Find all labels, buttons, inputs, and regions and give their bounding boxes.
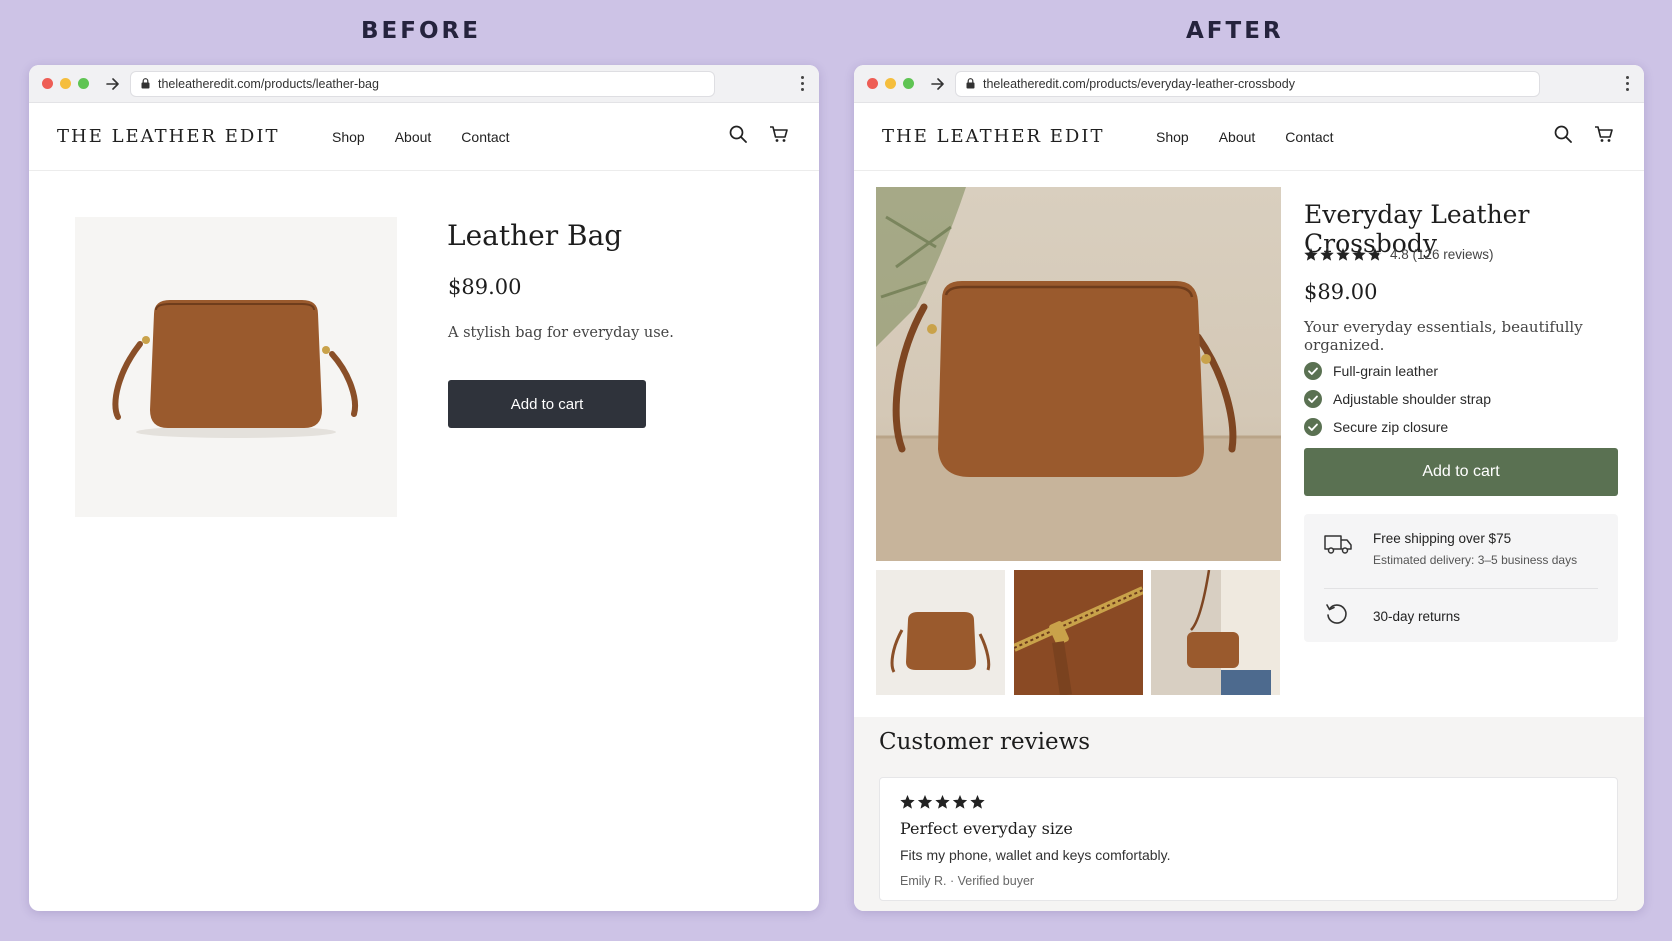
- star-filled-icon: [935, 795, 950, 809]
- star-filled-icon: [1304, 247, 1318, 261]
- shipping-estimate: Estimated delivery: 3–5 business days: [1373, 553, 1578, 567]
- url-text: theleatheredit.com/products/everyday-lea…: [983, 76, 1295, 91]
- shipping-info-box: Free shipping over $75 Estimated deliver…: [1304, 514, 1618, 642]
- divider: [1324, 588, 1598, 589]
- address-bar[interactable]: theleatheredit.com/products/everyday-lea…: [955, 70, 1540, 97]
- review-card: Perfect everyday size Fits my phone, wal…: [879, 777, 1618, 901]
- site-header: THE LEATHER EDIT Shop About Contact: [29, 103, 819, 171]
- browser-menu-icon[interactable]: [801, 76, 804, 91]
- url-text: theleatheredit.com/products/leather-bag: [158, 76, 379, 91]
- star-filled-icon: [1336, 247, 1350, 261]
- product-title: Leather Bag: [447, 219, 623, 252]
- close-window-button[interactable]: [42, 78, 53, 89]
- header-icons: [729, 125, 789, 148]
- close-window-button[interactable]: [867, 78, 878, 89]
- main-nav: Shop About Contact: [1156, 129, 1334, 145]
- star-filled-icon: [952, 795, 968, 809]
- browser-toolbar: theleatheredit.com/products/everyday-lea…: [854, 65, 1644, 103]
- star-filled-icon: [1320, 247, 1334, 261]
- product-image[interactable]: [75, 217, 397, 517]
- after-label: AFTER: [1186, 18, 1284, 44]
- after-browser-window: theleatheredit.com/products/everyday-lea…: [854, 65, 1644, 911]
- returns-icon: [1324, 601, 1350, 632]
- reviews-section: Customer reviews Perfect everyday size F…: [854, 717, 1644, 911]
- header-icons: [1554, 125, 1614, 148]
- star-filled-icon: [1352, 247, 1366, 261]
- rating-text: 4.8 (126 reviews): [1390, 247, 1494, 262]
- list-item: Adjustable shoulder strap: [1304, 385, 1491, 413]
- nav-link-shop[interactable]: Shop: [332, 129, 365, 145]
- add-to-cart-button[interactable]: Add to cart: [1304, 448, 1618, 496]
- maximize-window-button[interactable]: [903, 78, 914, 89]
- check-circle-icon: [1304, 418, 1322, 436]
- product-price: $89.00: [448, 275, 522, 299]
- lock-icon: [141, 78, 150, 89]
- nav-link-contact[interactable]: Contact: [461, 129, 509, 145]
- forward-arrow-icon[interactable]: [106, 77, 120, 90]
- product-price: $89.00: [1304, 280, 1378, 304]
- site-header: THE LEATHER EDIT Shop About Contact: [854, 103, 1644, 171]
- nav-link-about[interactable]: About: [1219, 129, 1256, 145]
- nav-link-shop[interactable]: Shop: [1156, 129, 1189, 145]
- star-filled-icon: [970, 795, 985, 809]
- list-item: Secure zip closure: [1304, 413, 1491, 441]
- minimize-window-button[interactable]: [60, 78, 71, 89]
- cart-icon[interactable]: [1594, 125, 1614, 148]
- feature-text: Adjustable shoulder strap: [1333, 391, 1491, 407]
- add-to-cart-button[interactable]: Add to cart: [448, 380, 646, 428]
- cart-icon[interactable]: [769, 125, 789, 148]
- before-label: BEFORE: [361, 18, 481, 44]
- check-circle-icon: [1304, 362, 1322, 380]
- star-rating-icon: [900, 795, 986, 810]
- rating-summary[interactable]: 4.8 (126 reviews): [1304, 247, 1494, 262]
- thumbnail-image[interactable]: [876, 570, 1005, 695]
- browser-toolbar: theleatheredit.com/products/leather-bag: [29, 65, 819, 103]
- returns-text: 30-day returns: [1373, 609, 1461, 624]
- product-main-image[interactable]: [876, 187, 1281, 561]
- shipping-title: Free shipping over $75: [1373, 531, 1512, 546]
- list-item: Full-grain leather: [1304, 357, 1491, 385]
- nav-link-about[interactable]: About: [395, 129, 432, 145]
- product-description: A stylish bag for everyday use.: [448, 325, 674, 341]
- star-filled-icon: [900, 795, 915, 809]
- review-title: Perfect everyday size: [900, 819, 1073, 838]
- address-bar[interactable]: theleatheredit.com/products/leather-bag: [130, 70, 715, 97]
- minimize-window-button[interactable]: [885, 78, 896, 89]
- feature-list: Full-grain leather Adjustable shoulder s…: [1304, 357, 1491, 441]
- brand-logo[interactable]: THE LEATHER EDIT: [57, 126, 279, 147]
- lock-icon: [966, 78, 975, 89]
- thumbnail-image[interactable]: [1014, 570, 1143, 695]
- thumbnail-image[interactable]: [1151, 570, 1280, 695]
- star-rating-icon: [1304, 247, 1382, 262]
- delivery-truck-icon: [1324, 533, 1352, 560]
- product-tagline: Your everyday essentials, beautifully or…: [1304, 318, 1583, 354]
- reviews-heading: Customer reviews: [879, 729, 1091, 755]
- review-author: Emily R. · Verified buyer: [900, 874, 1035, 888]
- search-icon[interactable]: [729, 125, 747, 148]
- forward-arrow-icon[interactable]: [931, 77, 945, 90]
- check-circle-icon: [1304, 390, 1322, 408]
- nav-link-contact[interactable]: Contact: [1285, 129, 1333, 145]
- star-filled-icon: [917, 795, 933, 809]
- brand-logo[interactable]: THE LEATHER EDIT: [882, 126, 1104, 147]
- main-nav: Shop About Contact: [332, 129, 510, 145]
- feature-text: Full-grain leather: [1333, 363, 1439, 379]
- browser-menu-icon[interactable]: [1626, 76, 1629, 91]
- before-browser-window: theleatheredit.com/products/leather-bag …: [29, 65, 819, 911]
- review-body: Fits my phone, wallet and keys comfortab…: [900, 847, 1171, 863]
- search-icon[interactable]: [1554, 125, 1572, 148]
- feature-text: Secure zip closure: [1333, 419, 1449, 435]
- maximize-window-button[interactable]: [78, 78, 89, 89]
